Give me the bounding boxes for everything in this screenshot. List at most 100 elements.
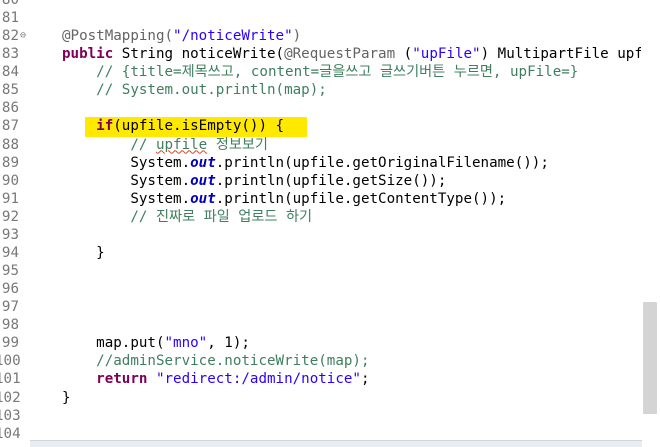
line-number: 97 (1, 299, 19, 316)
code-line[interactable]: 102} (0, 389, 660, 407)
line-number: 87 (1, 118, 19, 135)
code-token: , 1); (207, 335, 250, 352)
line-number: 95 (1, 263, 19, 280)
code-line[interactable]: 85 // System.out.println(map); (0, 81, 660, 99)
line-number: 82 (1, 28, 19, 45)
code-line[interactable]: 82 ⊖ @PostMapping("/noticeWrite") (0, 27, 660, 45)
code-text[interactable]: // System.out.println(map); (62, 81, 327, 99)
line-number: 91 (1, 190, 19, 207)
code-token: System. (62, 190, 191, 207)
code-token: (upfile.isEmpty()) { (113, 118, 285, 135)
code-token: .println(upfile.getSize()); (215, 172, 447, 189)
line-number: 86 (1, 100, 19, 117)
code-line[interactable]: 81 (0, 9, 660, 27)
code-token: ; (360, 371, 370, 388)
code-line[interactable]: 84 // {title=제목쓰고, content=글을쓰고 글쓰기버튼 누르… (0, 63, 660, 81)
code-token: if (96, 118, 114, 135)
code-token: "mno" (164, 335, 208, 352)
code-text[interactable]: System.out.println(upfile.getSize()); (62, 172, 446, 190)
line-number: 93 (1, 226, 19, 243)
code-line[interactable]: 92 // 진짜로 파일 업로드 하기 (0, 208, 660, 226)
code-token: String noticeWrite( (113, 46, 285, 63)
code-line[interactable]: 96 (0, 280, 660, 298)
code-token: upfile (155, 136, 208, 153)
code-line[interactable]: 89 System.out.println(upfile.getOriginal… (0, 154, 660, 172)
fold-toggle-icon[interactable]: ⊖ (20, 27, 30, 45)
code-line[interactable]: 97 (0, 298, 660, 316)
line-number: 84 (1, 64, 19, 81)
code-token: // 진짜로 파일 업로드 하기 (62, 208, 313, 225)
code-text[interactable]: if(upfile.isEmpty()) { (62, 117, 284, 135)
code-line[interactable]: 103 (0, 407, 660, 425)
line-number: 81 (1, 10, 19, 27)
code-token: //adminService.noticeWrite(map); (62, 353, 370, 370)
code-token: } (62, 389, 71, 406)
code-line[interactable]: 99 map.put("mno", 1); (0, 334, 660, 352)
code-token: public (62, 46, 114, 63)
editor-bottom-border (30, 440, 642, 441)
code-line[interactable]: 90 System.out.println(upfile.getSize()); (0, 172, 660, 190)
line-number: 104 (0, 425, 21, 442)
code-token: "upFile" (412, 46, 481, 63)
line-number: 100 (0, 353, 21, 370)
code-line[interactable]: 95 (0, 262, 660, 280)
line-number: 88 (1, 136, 19, 153)
code-text[interactable]: @PostMapping("/noticeWrite") (62, 27, 301, 45)
code-token: // {title=제목쓰고, content=글을쓰고 글쓰기버튼 누르면, … (62, 64, 579, 81)
code-token: .println(upfile.getContentType()); (215, 190, 507, 207)
code-text[interactable]: } (62, 389, 71, 407)
code-token: return (96, 371, 148, 388)
code-token: out (190, 172, 216, 189)
code-token: System. (62, 154, 191, 171)
line-number: 101 (0, 371, 21, 388)
code-token: @PostMapping( (62, 28, 174, 45)
code-token: out (190, 190, 216, 207)
vertical-scrollbar-thumb[interactable] (643, 302, 657, 414)
code-token: ) MultipartFile upfile, (480, 46, 660, 63)
code-line[interactable]: 86 (0, 99, 660, 117)
code-line[interactable]: 100 //adminService.noticeWrite(map); (0, 352, 660, 370)
code-line[interactable]: 88 // upfile 정보보기 (0, 136, 660, 154)
code-token: map.put( (62, 335, 165, 352)
line-number: 80 (1, 0, 19, 8)
code-line[interactable]: 80 (0, 0, 660, 9)
line-number: 89 (1, 154, 19, 171)
code-text[interactable]: } (62, 244, 105, 262)
code-line[interactable]: 101 return "redirect:/admin/notice"; (0, 370, 660, 388)
code-token: // System.out.println(map); (62, 82, 327, 99)
line-number: 90 (1, 172, 19, 189)
code-text[interactable]: // {title=제목쓰고, content=글을쓰고 글쓰기버튼 누르면, … (62, 63, 578, 81)
line-number: 96 (1, 281, 19, 298)
code-line[interactable]: 87 if(upfile.isEmpty()) { (0, 117, 660, 135)
line-number: 92 (1, 208, 19, 225)
code-token: ) (292, 28, 302, 45)
code-token: "redirect:/admin/notice" (155, 371, 361, 388)
code-text[interactable]: // upfile 정보보기 (62, 136, 268, 154)
code-token: out (190, 154, 216, 171)
code-text[interactable]: System.out.println(upfile.getOriginalFil… (62, 154, 549, 172)
code-text[interactable]: System.out.println(upfile.getContentType… (62, 190, 506, 208)
code-text[interactable]: return "redirect:/admin/notice"; (62, 370, 370, 388)
line-number: 99 (1, 335, 19, 352)
code-text[interactable]: //adminService.noticeWrite(map); (62, 352, 370, 370)
line-number: 102 (0, 389, 21, 406)
code-token: 정보보기 (207, 136, 268, 153)
code-line[interactable]: 91 System.out.println(upfile.getContentT… (0, 190, 660, 208)
code-line[interactable]: 83 public String noticeWrite(@RequestPara… (0, 45, 660, 63)
code-text[interactable]: // 진짜로 파일 업로드 하기 (62, 208, 312, 226)
code-line[interactable]: 98 (0, 316, 660, 334)
code-token: // (62, 136, 156, 153)
code-text[interactable]: public String noticeWrite(@RequestParam … (62, 45, 660, 63)
line-number: 94 (1, 244, 19, 261)
line-number: 103 (0, 407, 21, 424)
code-line[interactable]: 94 } (0, 244, 660, 262)
code-text[interactable]: map.put("mno", 1); (62, 334, 250, 352)
horizontal-scrollbar[interactable] (30, 440, 642, 447)
code-editor[interactable]: 80 81 82 ⊖ @PostMapping("/noticeWrite") 83 pub… (0, 0, 660, 447)
code-line[interactable]: 93 (0, 226, 660, 244)
line-number: 98 (1, 317, 19, 334)
line-number: 83 (1, 46, 19, 63)
